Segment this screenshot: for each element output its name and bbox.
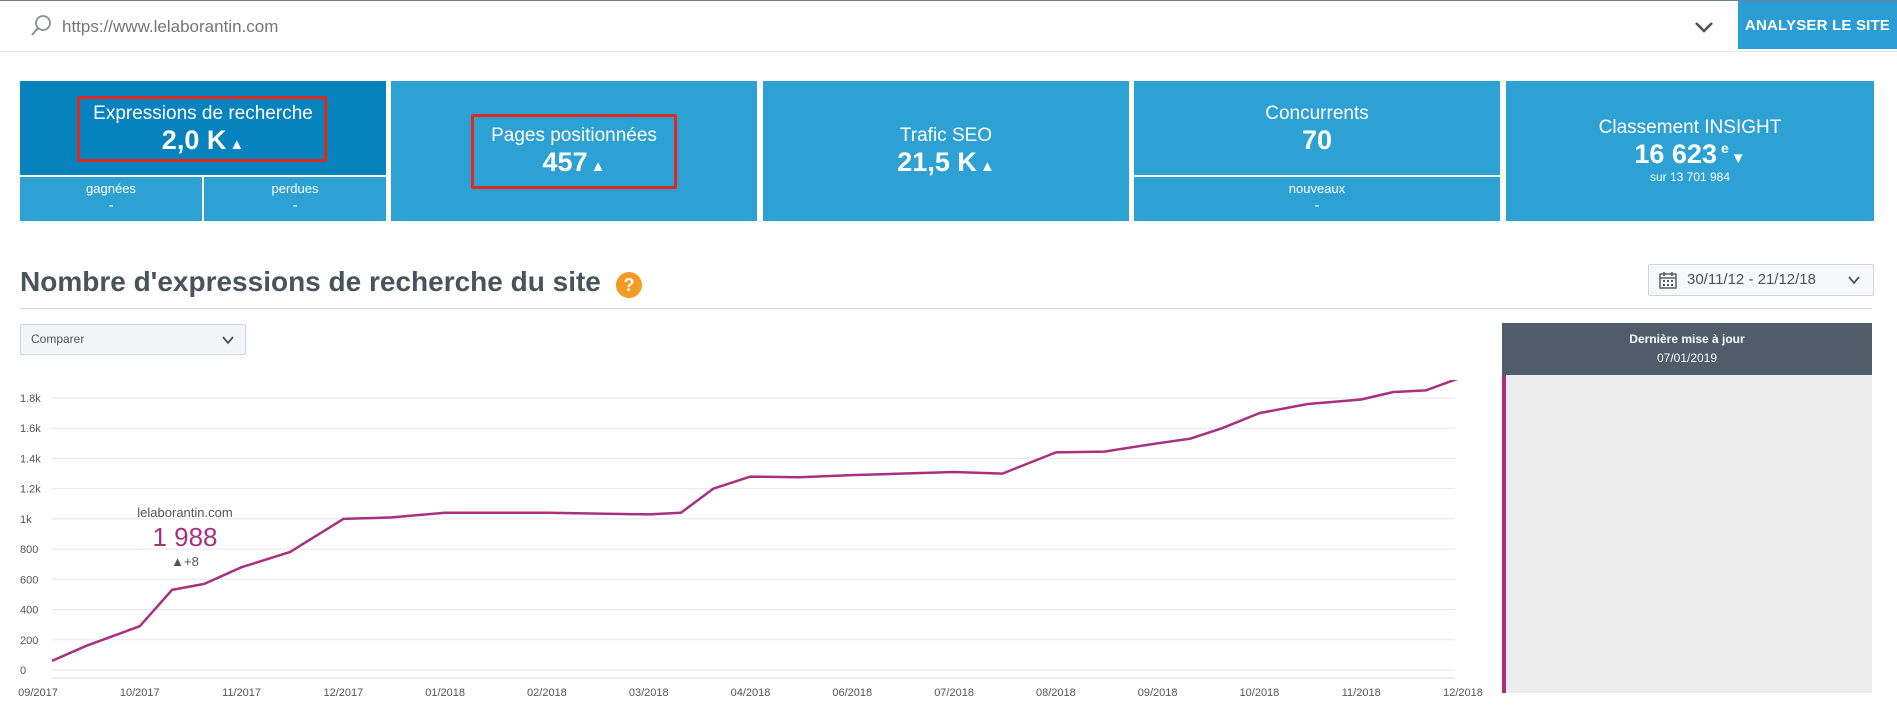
last-update-title: Dernière mise à jour	[1629, 332, 1745, 346]
kpi-traffic-number: 21,5 K	[897, 147, 977, 177]
last-update-body	[1502, 375, 1872, 693]
new-label: nouveaux	[1288, 181, 1346, 196]
compare-select-label: Comparer	[31, 332, 85, 346]
trend-up-icon: ▲	[979, 158, 995, 175]
x-tick-label: 11/2017	[222, 687, 261, 699]
kpi-expressions[interactable]: Expressions de recherche 2,0 K ▲ gagnées …	[20, 81, 386, 221]
calendar-icon	[1659, 272, 1677, 289]
series-line[interactable]	[51, 380, 1490, 663]
x-tick-label: 04/2018	[731, 687, 771, 699]
y-tick-label: 1.4k	[20, 453, 41, 465]
kpi-competitors-new: nouveaux -	[1134, 175, 1500, 221]
y-tick-label: 1.6k	[20, 423, 41, 435]
series-color-bar	[1502, 375, 1506, 693]
x-tick-label: 02/2018	[527, 687, 567, 699]
y-tick-label: 1.8k	[20, 393, 41, 405]
y-tick-label: 600	[20, 574, 38, 586]
kpi-traffic[interactable]: Trafic SEO 21,5 K ▲	[763, 81, 1129, 221]
highlight-box	[77, 96, 327, 162]
kpi-competitors-label: Concurrents	[1265, 103, 1369, 124]
kpi-ranking-label: Classement INSIGHT	[1598, 117, 1782, 138]
x-tick-label: 01/2018	[425, 687, 465, 699]
y-tick-label: 0	[20, 665, 26, 677]
kpi-ranking-sub: sur 13 701 984	[1649, 170, 1731, 184]
highlight-box	[471, 114, 677, 189]
kpi-competitors-value: 70	[1301, 125, 1333, 155]
y-tick-label: 400	[20, 605, 38, 617]
y-tick-label: 200	[20, 635, 38, 647]
x-tick-label: 10/2017	[120, 687, 160, 699]
analyse-site-button[interactable]: ANALYSER LE SITE	[1738, 1, 1897, 49]
panel-delta: ▲+8	[171, 554, 199, 569]
x-tick-label: 11/2018	[1342, 687, 1381, 699]
kpi-row: Expressions de recherche 2,0 K ▲ gagnées …	[20, 81, 1874, 221]
new-value: -	[1314, 197, 1320, 214]
kpi-ranking[interactable]: Classement INSIGHT 16 623 e▼ sur 13 701 9…	[1506, 81, 1874, 221]
kpi-expressions-gained: gagnées -	[20, 175, 204, 221]
lost-label: perdues	[271, 181, 319, 196]
gained-label: gagnées	[86, 181, 136, 196]
last-update-panel: Dernière mise à jour 07/01/2019	[1502, 323, 1872, 693]
x-tick-label: 08/2018	[1036, 687, 1076, 699]
chevron-down-icon[interactable]	[1692, 15, 1716, 39]
panel-value: 1 988	[152, 522, 218, 552]
help-icon[interactable]: ?	[616, 272, 642, 298]
kpi-expressions-lost: perdues -	[204, 175, 386, 221]
chevron-down-icon	[1848, 276, 1860, 285]
kpi-ranking-suffix: e	[1720, 140, 1729, 156]
search-icon[interactable]	[30, 14, 52, 38]
kpi-ranking-value: 16 623 e▼	[1506, 139, 1874, 170]
x-tick-label: 12/2017	[323, 687, 363, 699]
last-update-date: 07/01/2019	[1656, 351, 1718, 365]
date-range-text: 30/11/12 - 21/12/18	[1687, 271, 1816, 288]
last-update-header: Dernière mise à jour 07/01/2019	[1502, 323, 1872, 375]
gained-value: -	[108, 197, 114, 214]
kpi-ranking-number: 16 623	[1634, 139, 1717, 169]
lost-value: -	[292, 197, 298, 214]
compare-select[interactable]: Comparer	[20, 324, 246, 355]
kpi-traffic-value: 21,5 K ▲	[763, 147, 1129, 178]
chevron-down-icon	[222, 336, 234, 345]
kpi-pages[interactable]: Pages positionnées 457 ▲	[391, 81, 757, 221]
panel-site-name: lelaborantin.com	[137, 505, 233, 520]
x-tick-label: 09/2017	[18, 687, 58, 699]
x-tick-label: 10/2018	[1240, 687, 1280, 699]
y-tick-label: 1.2k	[20, 484, 41, 496]
trend-down-icon: ▼	[1730, 150, 1746, 167]
url-input[interactable]	[62, 13, 1662, 41]
url-bar	[0, 1, 1897, 52]
x-tick-label: 03/2018	[629, 687, 669, 699]
x-tick-label: 12/2018	[1443, 687, 1483, 699]
kpi-traffic-label: Trafic SEO	[899, 125, 993, 146]
x-tick-label: 07/2018	[934, 687, 974, 699]
kpi-competitors[interactable]: Concurrents 70 nouveaux -	[1134, 81, 1500, 221]
date-range-picker[interactable]: 30/11/12 - 21/12/18	[1648, 264, 1874, 296]
section-divider	[20, 308, 1872, 309]
x-tick-label: 09/2018	[1138, 687, 1178, 699]
x-tick-label: 06/2018	[832, 687, 872, 699]
section-title: Nombre d'expressions de recherche du sit…	[20, 266, 601, 297]
